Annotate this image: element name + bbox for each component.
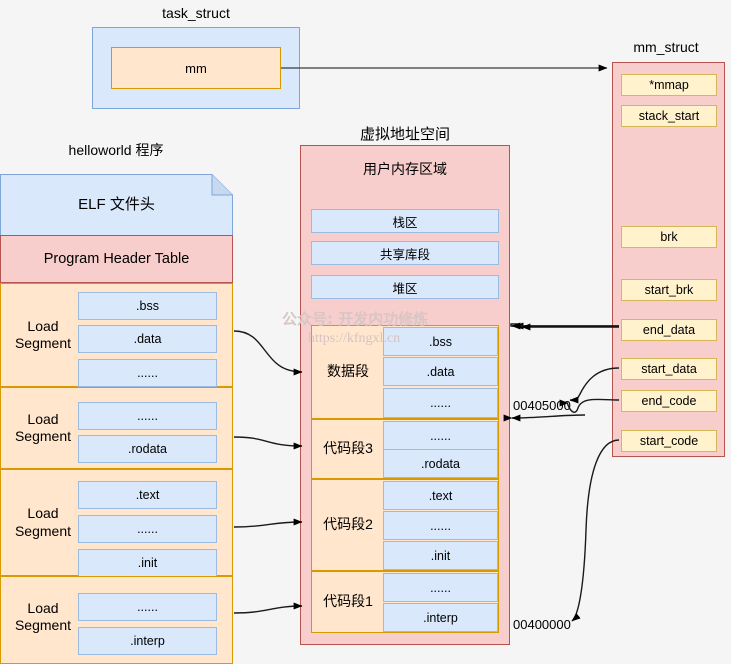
mm-field-stack-start: stack_start — [621, 105, 717, 127]
segment-label-line2: Segment — [14, 617, 72, 633]
vas-region-stack: 栈区 — [311, 209, 499, 233]
elf-section-bss: .bss — [78, 292, 217, 320]
vas-section-text: .text — [383, 481, 498, 510]
segment-label-line1: Load — [27, 505, 59, 521]
address-label-00400000: 00400000 — [513, 617, 571, 632]
mm-field-end-data: end_data — [621, 319, 717, 341]
elf-load-segment-2-label: Load Segment — [4, 387, 82, 469]
elf-section-ellipsis-2: ...... — [78, 402, 217, 430]
segment-label-line2: Segment — [14, 428, 72, 444]
elf-load-segment-1-label: Load Segment — [4, 283, 82, 387]
mm-field-mmap: *mmap — [621, 74, 717, 96]
virtual-address-space-title: 虚拟地址空间 — [359, 126, 450, 143]
vas-section-rodata: .rodata — [383, 449, 498, 478]
segment-label-line1: Load — [27, 599, 59, 616]
mm-field-start-code: start_code — [621, 430, 717, 452]
mm-field-brk: brk — [621, 226, 717, 248]
vas-region-heap: 堆区 — [311, 275, 499, 299]
watermark-line-2: https://kfngxl.cn — [308, 331, 401, 346]
vas-section-init: .init — [383, 541, 498, 570]
address-label-00405000: 00405000 — [513, 398, 571, 413]
vas-section-ellipsis-1: ...... — [383, 388, 498, 418]
elf-section-text: .text — [78, 481, 217, 509]
elf-section-rodata: .rodata — [78, 435, 217, 463]
elf-section-ellipsis-1: ...... — [78, 359, 217, 387]
segment-label-line1: Load — [27, 317, 59, 334]
elf-section-interp: .interp — [78, 627, 217, 655]
mm-field-start-data: start_data — [621, 358, 717, 380]
vas-segment-code3-label: 代码段3 — [323, 440, 373, 457]
elf-file-header-label: ELF 文件头 — [78, 195, 155, 213]
vas-section-ellipsis-3: ...... — [383, 511, 498, 540]
vas-region-shared-lib: 共享库段 — [311, 241, 499, 265]
elf-load-segment-3-label: Load Segment — [4, 469, 82, 576]
vas-section-ellipsis-2: ...... — [383, 421, 498, 450]
elf-section-data: .data — [78, 325, 217, 353]
watermark-line-1: 公众号: 开发内功修炼 — [282, 310, 429, 328]
elf-program-title: helloworld 程序 — [68, 142, 164, 158]
program-header-table: Program Header Table — [0, 235, 233, 283]
segment-label-line2: Segment — [14, 522, 72, 539]
elf-section-ellipsis-3: ...... — [78, 515, 217, 543]
mm-field-end-code: end_code — [621, 390, 717, 412]
elf-load-segment-4-label: Load Segment — [4, 576, 82, 658]
mm-struct-title: mm_struct — [633, 39, 699, 55]
mm-field-start-brk: start_brk — [621, 279, 717, 301]
user-memory-area-label: 用户内存区域 — [363, 161, 447, 178]
vas-section-bss: .bss — [383, 327, 498, 356]
elf-section-init: .init — [78, 549, 217, 577]
segment-label-line1: Load — [27, 410, 59, 427]
task-struct-title: task_struct — [162, 5, 230, 21]
vas-segment-code2-label: 代码段2 — [323, 516, 373, 533]
vas-section-interp: .interp — [383, 603, 498, 632]
elf-section-ellipsis-4: ...... — [78, 593, 217, 621]
vas-segment-code1-label: 代码段1 — [323, 593, 373, 610]
segment-label-line2: Segment — [14, 335, 72, 351]
task-struct-mm-field: mm — [111, 47, 281, 89]
vas-section-data: .data — [383, 357, 498, 386]
vas-section-ellipsis-4: ...... — [383, 573, 498, 602]
